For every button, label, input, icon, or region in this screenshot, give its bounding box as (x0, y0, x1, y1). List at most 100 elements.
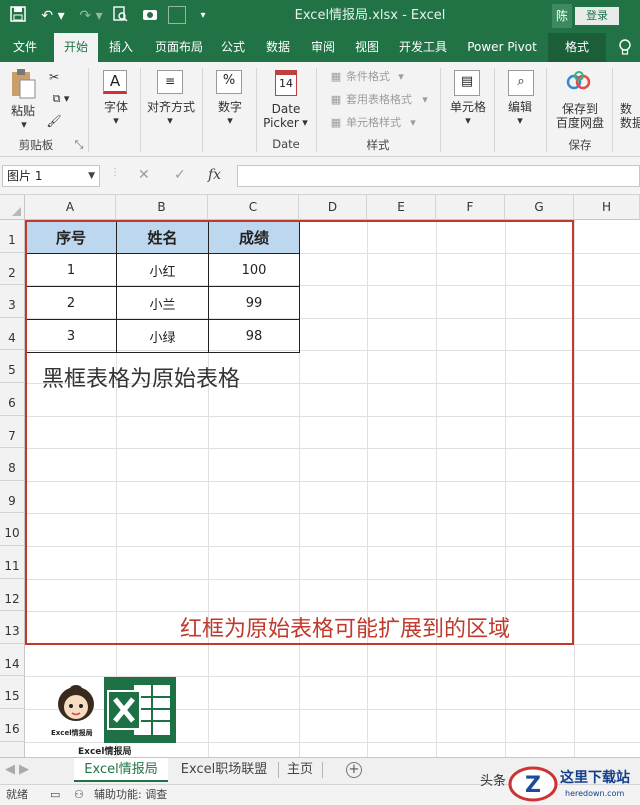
row-header[interactable]: 16 (0, 709, 25, 742)
tab-power-pivot[interactable]: Power Pivot (462, 33, 542, 62)
add-sheet-icon[interactable]: + (346, 762, 362, 778)
scroll-left-icon[interactable]: ◀ (4, 758, 16, 782)
number-dropdown-icon[interactable]: ▾ (220, 114, 240, 128)
data-cut-label-2[interactable]: 数据 (620, 116, 640, 130)
column-header[interactable]: H (574, 195, 640, 220)
select-all-corner[interactable] (0, 195, 25, 220)
date-picker-dropdown-icon[interactable]: ▾ (300, 116, 310, 130)
paste-icon[interactable] (8, 68, 38, 102)
row-header[interactable]: 17 (0, 741, 25, 757)
data-cut-label-1[interactable]: 数 (620, 102, 640, 116)
save-to-label-2[interactable]: 百度网盘 (552, 116, 608, 130)
cell-style-dropdown-icon[interactable]: ▾ (408, 116, 418, 130)
dialog-launcher-icon[interactable]: ⤡ (74, 138, 84, 152)
percent-icon[interactable]: % (216, 70, 242, 94)
date-picker-label-2[interactable]: Picker (262, 116, 300, 130)
save-to-label-1[interactable]: 保存到 (554, 102, 606, 116)
worksheet-grid[interactable]: ABCDEFGH 1234567891011121314151617 序号 姓名… (0, 195, 640, 757)
search-icon[interactable]: ⌕ (508, 70, 534, 96)
cells-dropdown-icon[interactable]: ▾ (458, 114, 478, 128)
camera-icon[interactable] (140, 6, 160, 26)
tab-review[interactable]: 审阅 (304, 33, 342, 62)
tab-insert[interactable]: 插入 (102, 33, 140, 62)
row-header[interactable]: 4 (0, 317, 25, 351)
sheet-tab-active[interactable]: Excel情报局 (74, 758, 168, 782)
column-header[interactable]: G (505, 195, 574, 220)
row-header[interactable]: 9 (0, 480, 25, 514)
print-preview-icon[interactable] (110, 6, 130, 26)
redo-icon[interactable]: ↷ ▾ (76, 6, 106, 26)
sheet-tab[interactable]: 主页 (282, 758, 318, 782)
fx-icon[interactable]: fx (208, 167, 221, 183)
alignment-button[interactable]: 对齐方式 (144, 100, 198, 114)
row-header[interactable]: 2 (0, 252, 25, 286)
row-header[interactable]: 15 (0, 676, 25, 709)
row-header[interactable]: 6 (0, 383, 25, 416)
edit-button[interactable]: 编辑 (502, 100, 538, 114)
edit-dropdown-icon[interactable]: ▾ (510, 114, 530, 128)
name-box[interactable]: 图片 1 ▼ (2, 165, 100, 187)
tab-home[interactable]: 开始 (54, 33, 98, 62)
alignment-icon[interactable]: ≡ (157, 70, 183, 94)
column-header[interactable]: F (436, 195, 505, 220)
confirm-icon[interactable]: ✓ (174, 167, 186, 183)
login-button[interactable]: 登录 (575, 7, 619, 25)
column-header[interactable]: A (25, 195, 116, 220)
format-painter-icon[interactable]: 🖌 (46, 114, 62, 128)
tab-developer[interactable]: 开发工具 (392, 33, 454, 62)
cond-format-icon[interactable]: ▦ (330, 70, 342, 84)
baidu-cloud-icon[interactable] (566, 70, 592, 94)
font-button[interactable]: 字体 (96, 100, 136, 114)
tab-page-layout[interactable]: 页面布局 (148, 33, 210, 62)
cell-style-button[interactable]: 单元格样式 (346, 116, 412, 130)
calendar-icon[interactable]: 14 (275, 70, 297, 96)
tab-file[interactable]: 文件 (6, 33, 44, 62)
customize-qa-icon[interactable]: ▾ (196, 6, 210, 26)
column-header[interactable]: E (367, 195, 436, 220)
date-picker-label-1[interactable]: Date (264, 102, 308, 116)
column-header[interactable]: B (116, 195, 208, 220)
table-format-button[interactable]: 套用表格格式 (346, 93, 422, 107)
status-layout-icon[interactable]: ▭ (50, 785, 60, 805)
name-box-dropdown-icon[interactable]: ▼ (88, 166, 95, 186)
row-header[interactable]: 3 (0, 285, 25, 318)
row-header[interactable]: 8 (0, 448, 25, 481)
alignment-dropdown-icon[interactable]: ▾ (160, 114, 180, 128)
cell-style-icon[interactable]: ▦ (330, 116, 342, 130)
row-header[interactable]: 5 (0, 350, 25, 383)
tab-formulas[interactable]: 公式 (214, 33, 252, 62)
table-format-icon[interactable]: ▦ (330, 93, 342, 107)
row-header[interactable]: 14 (0, 643, 25, 677)
paste-dropdown-icon[interactable]: ▾ (14, 118, 34, 132)
tab-view[interactable]: 视图 (348, 33, 386, 62)
row-header[interactable]: 13 (0, 611, 25, 644)
copy-icon[interactable]: ⧉ ▾ (46, 92, 76, 106)
sheet-tab[interactable]: Excel职场联盟 (172, 758, 276, 782)
row-header[interactable]: 12 (0, 578, 25, 612)
row-header[interactable]: 7 (0, 415, 25, 449)
table-format-dropdown-icon[interactable]: ▾ (420, 93, 430, 107)
scroll-right-icon[interactable]: ▶ (18, 758, 30, 782)
undo-icon[interactable]: ↶ ▾ (38, 6, 68, 26)
number-button[interactable]: 数字 (210, 100, 250, 114)
tab-format[interactable]: 格式 (548, 33, 606, 62)
tab-data[interactable]: 数据 (258, 33, 298, 62)
user-avatar[interactable]: 陈 (552, 4, 572, 28)
cond-format-dropdown-icon[interactable]: ▾ (396, 70, 406, 84)
cancel-icon[interactable]: ✕ (138, 167, 150, 183)
column-header[interactable]: C (208, 195, 299, 220)
row-header[interactable]: 10 (0, 513, 25, 546)
cut-icon[interactable]: ✂ (46, 70, 62, 84)
save-icon[interactable] (8, 6, 28, 26)
accessibility-icon[interactable]: ⚇ (74, 785, 84, 805)
cells-icon[interactable]: ▤ (454, 70, 480, 96)
table-icon[interactable] (168, 6, 186, 24)
formula-input[interactable] (237, 165, 640, 187)
font-icon[interactable]: A (103, 70, 127, 94)
paste-button[interactable]: 粘贴 (6, 104, 40, 118)
row-header[interactable]: 11 (0, 546, 25, 579)
cells-button[interactable]: 单元格 (446, 100, 490, 114)
row-header[interactable]: 1 (0, 220, 25, 253)
column-header[interactable]: D (299, 195, 367, 220)
font-dropdown-icon[interactable]: ▾ (106, 114, 126, 128)
